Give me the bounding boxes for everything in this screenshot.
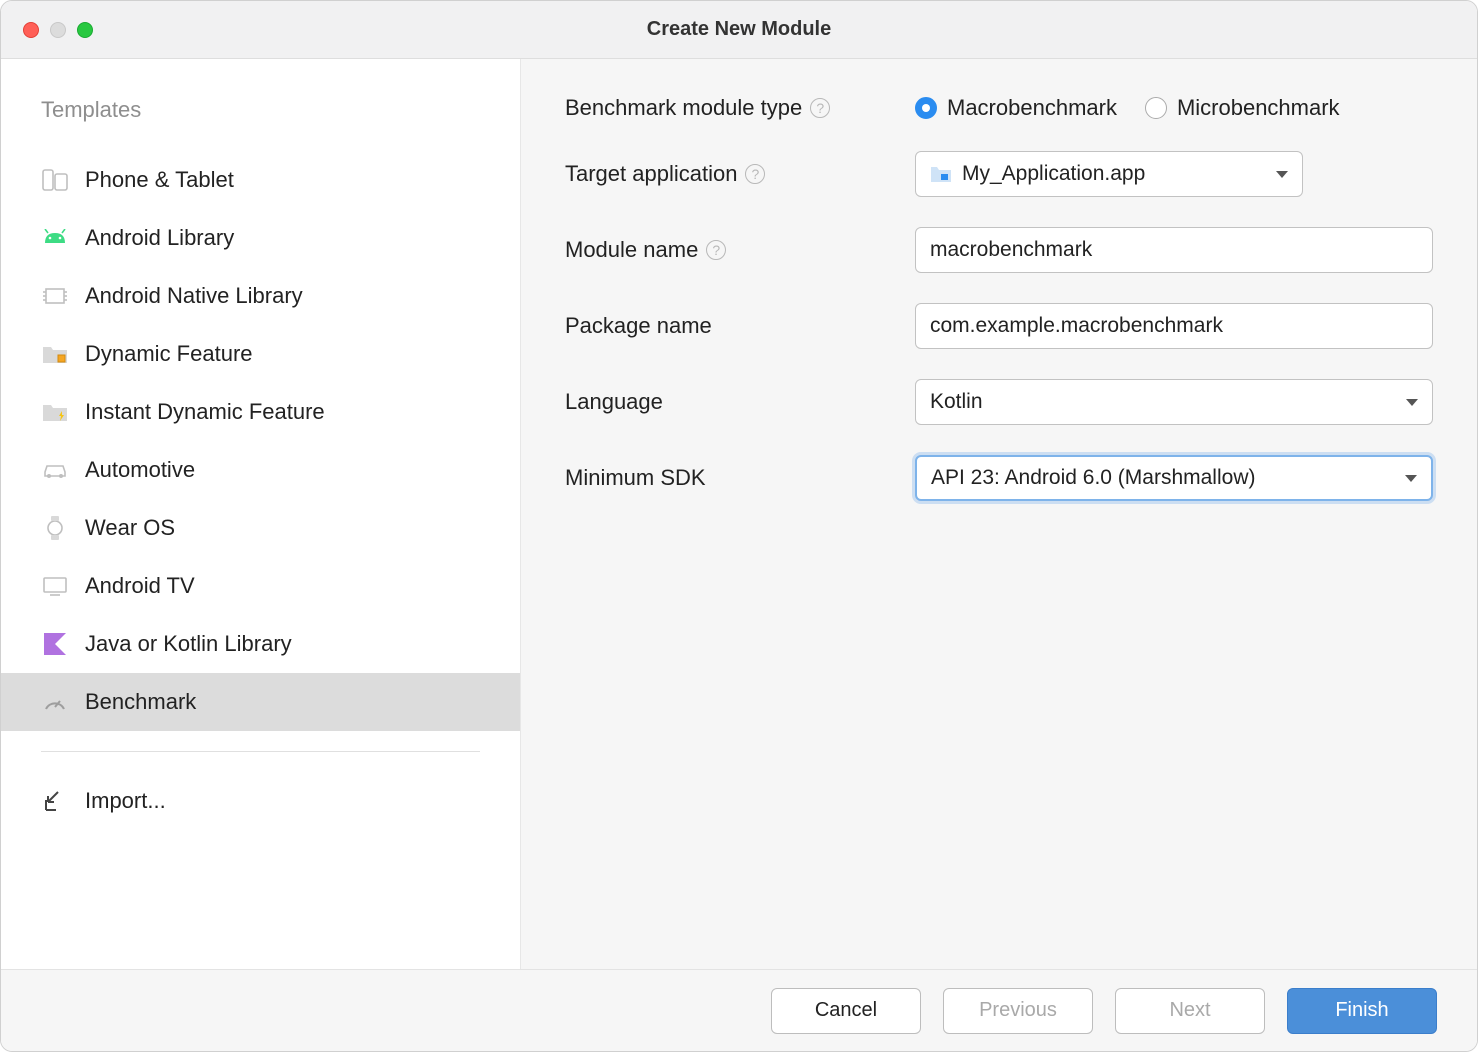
label-text: Package name <box>565 313 712 339</box>
sidebar-item-label: Import... <box>85 788 166 814</box>
radio-icon <box>915 97 937 119</box>
sidebar-item-label: Benchmark <box>85 689 196 715</box>
phone-tablet-icon <box>41 168 69 192</box>
car-icon <box>41 458 69 482</box>
sidebar-item-label: Java or Kotlin Library <box>85 631 292 657</box>
sidebar-item-benchmark[interactable]: Benchmark <box>1 673 520 731</box>
help-icon[interactable]: ? <box>745 164 765 184</box>
sidebar-item-label: Android TV <box>85 573 195 599</box>
sidebar-item-label: Phone & Tablet <box>85 167 234 193</box>
chevron-down-icon <box>1276 171 1288 178</box>
maximize-icon[interactable] <box>77 22 93 38</box>
label-text: Module name <box>565 237 698 263</box>
select-value: API 23: Android 6.0 (Marshmallow) <box>931 466 1255 490</box>
chevron-down-icon <box>1406 399 1418 406</box>
language-select[interactable]: Kotlin <box>915 379 1433 425</box>
sidebar-item-label: Automotive <box>85 457 195 483</box>
sidebar-item-label: Android Library <box>85 225 234 251</box>
sidebar-item-phone-tablet[interactable]: Phone & Tablet <box>1 151 520 209</box>
label-text: Language <box>565 389 663 415</box>
language-label: Language <box>565 389 915 415</box>
previous-button: Previous <box>943 988 1093 1034</box>
sidebar-item-label: Android Native Library <box>85 283 303 309</box>
package-name-label: Package name <box>565 313 915 339</box>
finish-button[interactable]: Finish <box>1287 988 1437 1034</box>
sidebar-item-import[interactable]: Import... <box>1 772 520 830</box>
label-text: Benchmark module type <box>565 95 802 121</box>
templates-header: Templates <box>1 97 520 151</box>
tv-icon <box>41 574 69 598</box>
chevron-down-icon <box>1405 475 1417 482</box>
cpp-icon <box>41 284 69 308</box>
sidebar-item-android-tv[interactable]: Android TV <box>1 557 520 615</box>
package-name-input[interactable] <box>915 303 1433 349</box>
module-type-radios: Macrobenchmark Microbenchmark <box>915 95 1433 121</box>
select-value: Kotlin <box>930 390 983 414</box>
cancel-button[interactable]: Cancel <box>771 988 921 1034</box>
min-sdk-select[interactable]: API 23: Android 6.0 (Marshmallow) <box>915 455 1433 501</box>
radio-label: Microbenchmark <box>1177 95 1340 121</box>
traffic-lights <box>23 22 93 38</box>
window-title: Create New Module <box>647 18 831 41</box>
sidebar-divider <box>41 751 480 752</box>
gauge-icon <box>41 690 69 714</box>
import-icon <box>41 789 69 813</box>
titlebar: Create New Module <box>1 1 1477 59</box>
radio-label: Macrobenchmark <box>947 95 1117 121</box>
label-text: Target application <box>565 161 737 187</box>
label-text: Minimum SDK <box>565 465 706 491</box>
android-icon <box>41 226 69 250</box>
kotlin-icon <box>41 632 69 656</box>
min-sdk-label: Minimum SDK <box>565 465 915 491</box>
sidebar-item-android-native-library[interactable]: Android Native Library <box>1 267 520 325</box>
sidebar-item-instant-dynamic-feature[interactable]: Instant Dynamic Feature <box>1 383 520 441</box>
module-folder-icon <box>930 165 952 183</box>
minimize-icon <box>50 22 66 38</box>
dialog-body: Templates Phone & Tablet Android Library… <box>1 59 1477 969</box>
sidebar-item-android-library[interactable]: Android Library <box>1 209 520 267</box>
sidebar-item-label: Instant Dynamic Feature <box>85 399 325 425</box>
watch-icon <box>41 516 69 540</box>
radio-macrobenchmark[interactable]: Macrobenchmark <box>915 95 1117 121</box>
radio-icon <box>1145 97 1167 119</box>
help-icon[interactable]: ? <box>706 240 726 260</box>
help-icon[interactable]: ? <box>810 98 830 118</box>
radio-microbenchmark[interactable]: Microbenchmark <box>1145 95 1340 121</box>
dialog-window: Create New Module Templates Phone & Tabl… <box>0 0 1478 1052</box>
close-icon[interactable] <box>23 22 39 38</box>
sidebar: Templates Phone & Tablet Android Library… <box>1 59 521 969</box>
form-panel: Benchmark module type ? Macrobenchmark M… <box>521 59 1477 969</box>
select-value: My_Application.app <box>962 162 1145 186</box>
next-button: Next <box>1115 988 1265 1034</box>
sidebar-item-automotive[interactable]: Automotive <box>1 441 520 499</box>
sidebar-item-label: Dynamic Feature <box>85 341 253 367</box>
dialog-footer: Cancel Previous Next Finish <box>1 969 1477 1051</box>
sidebar-item-java-kotlin-library[interactable]: Java or Kotlin Library <box>1 615 520 673</box>
sidebar-item-label: Wear OS <box>85 515 175 541</box>
folder-instant-icon <box>41 400 69 424</box>
module-type-label: Benchmark module type ? <box>565 95 915 121</box>
folder-dynamic-icon <box>41 342 69 366</box>
target-app-label: Target application ? <box>565 161 915 187</box>
module-name-label: Module name ? <box>565 237 915 263</box>
sidebar-item-wear-os[interactable]: Wear OS <box>1 499 520 557</box>
module-name-input[interactable] <box>915 227 1433 273</box>
target-app-select[interactable]: My_Application.app <box>915 151 1303 197</box>
sidebar-item-dynamic-feature[interactable]: Dynamic Feature <box>1 325 520 383</box>
